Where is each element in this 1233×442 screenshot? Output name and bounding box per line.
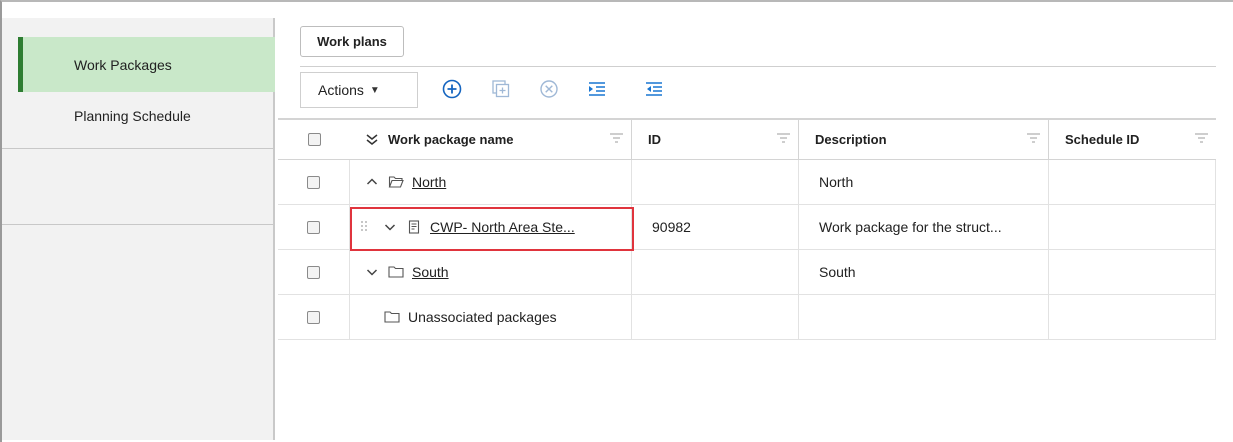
description-value: South — [819, 264, 856, 280]
table-header: Work package name ID Description Schedul… — [278, 118, 1216, 160]
add-circle-icon[interactable] — [441, 78, 463, 100]
schedule-id-cell — [1049, 160, 1216, 204]
schedule-id-cell — [1049, 205, 1216, 249]
name-cell: Unassociated packages — [350, 295, 632, 339]
filter-icon[interactable] — [777, 133, 790, 143]
row-checkbox-cell — [278, 205, 350, 249]
folder-icon — [384, 309, 400, 325]
column-header-description[interactable]: Description — [799, 120, 1049, 159]
column-header-label: Schedule ID — [1065, 132, 1140, 147]
description-cell: Work package for the struct... — [799, 205, 1049, 249]
sidebar-divider — [2, 224, 273, 225]
filter-icon[interactable] — [1027, 133, 1040, 143]
folder-open-icon — [388, 174, 404, 190]
sidebar: Work Packages Planning Schedule — [2, 18, 275, 440]
sidebar-divider — [2, 148, 273, 149]
package-name-label[interactable]: Unassociated packages — [408, 309, 557, 325]
row-checkbox[interactable] — [307, 220, 320, 234]
id-value: 90982 — [652, 219, 691, 235]
chevron-down-icon[interactable] — [364, 264, 380, 280]
column-header-name[interactable]: Work package name — [350, 120, 632, 159]
row-checkbox[interactable] — [307, 175, 320, 189]
actions-label: Actions — [318, 82, 364, 98]
schedule-id-cell — [1049, 250, 1216, 294]
tab-work-plans[interactable]: Work plans — [300, 26, 404, 57]
description-cell: North — [799, 160, 1049, 204]
id-cell — [632, 295, 799, 339]
column-header-id[interactable]: ID — [632, 120, 799, 159]
id-cell — [632, 160, 799, 204]
sidebar-item-label: Work Packages — [74, 56, 172, 73]
select-all-checkbox[interactable] — [307, 133, 321, 146]
actions-dropdown[interactable]: Actions ▼ — [300, 72, 418, 108]
description-value: North — [819, 174, 854, 190]
description-value: Work package for the struct... — [819, 219, 1002, 235]
column-header-label: Work package name — [388, 132, 514, 147]
id-cell: 90982 — [632, 205, 799, 249]
sidebar-item-planning-schedule[interactable]: Planning Schedule — [18, 92, 275, 142]
caret-down-icon: ▼ — [369, 84, 380, 96]
outdent-icon[interactable] — [643, 78, 665, 100]
folder-icon — [388, 264, 404, 280]
id-cell — [632, 250, 799, 294]
package-name-link[interactable]: South — [412, 264, 449, 280]
chevron-up-icon[interactable] — [364, 174, 380, 190]
column-header-schedule-id[interactable]: Schedule ID — [1049, 120, 1216, 159]
indent-icon[interactable] — [586, 78, 608, 100]
row-checkbox-cell — [278, 160, 350, 204]
tab-divider — [300, 66, 1216, 67]
name-cell: North — [350, 160, 632, 204]
row-checkbox[interactable] — [307, 265, 320, 279]
tab-label: Work plans — [317, 34, 387, 49]
filter-icon[interactable] — [1195, 133, 1208, 143]
row-checkbox-cell — [278, 250, 350, 294]
row-checkbox[interactable] — [307, 310, 320, 324]
filter-icon[interactable] — [610, 133, 623, 143]
highlight-box — [350, 207, 634, 251]
remove-circle-icon[interactable] — [538, 78, 560, 100]
description-cell: South — [799, 250, 1049, 294]
sidebar-item-label: Planning Schedule — [74, 108, 191, 124]
column-header-label: ID — [648, 132, 661, 147]
name-cell: South — [350, 250, 632, 294]
row-checkbox-cell — [278, 295, 350, 339]
schedule-id-cell — [1049, 295, 1216, 339]
sidebar-item-work-packages[interactable]: Work Packages — [18, 37, 275, 92]
package-name-link[interactable]: North — [412, 174, 446, 190]
table-row[interactable]: North North — [278, 160, 1216, 205]
double-chevron-down-icon[interactable] — [364, 132, 380, 148]
select-all-cell — [278, 120, 350, 159]
description-cell — [799, 295, 1049, 339]
table-row[interactable]: Unassociated packages — [278, 295, 1216, 340]
table-row[interactable]: South South — [278, 250, 1216, 295]
column-header-label: Description — [815, 132, 887, 147]
copy-add-icon[interactable] — [490, 78, 512, 100]
